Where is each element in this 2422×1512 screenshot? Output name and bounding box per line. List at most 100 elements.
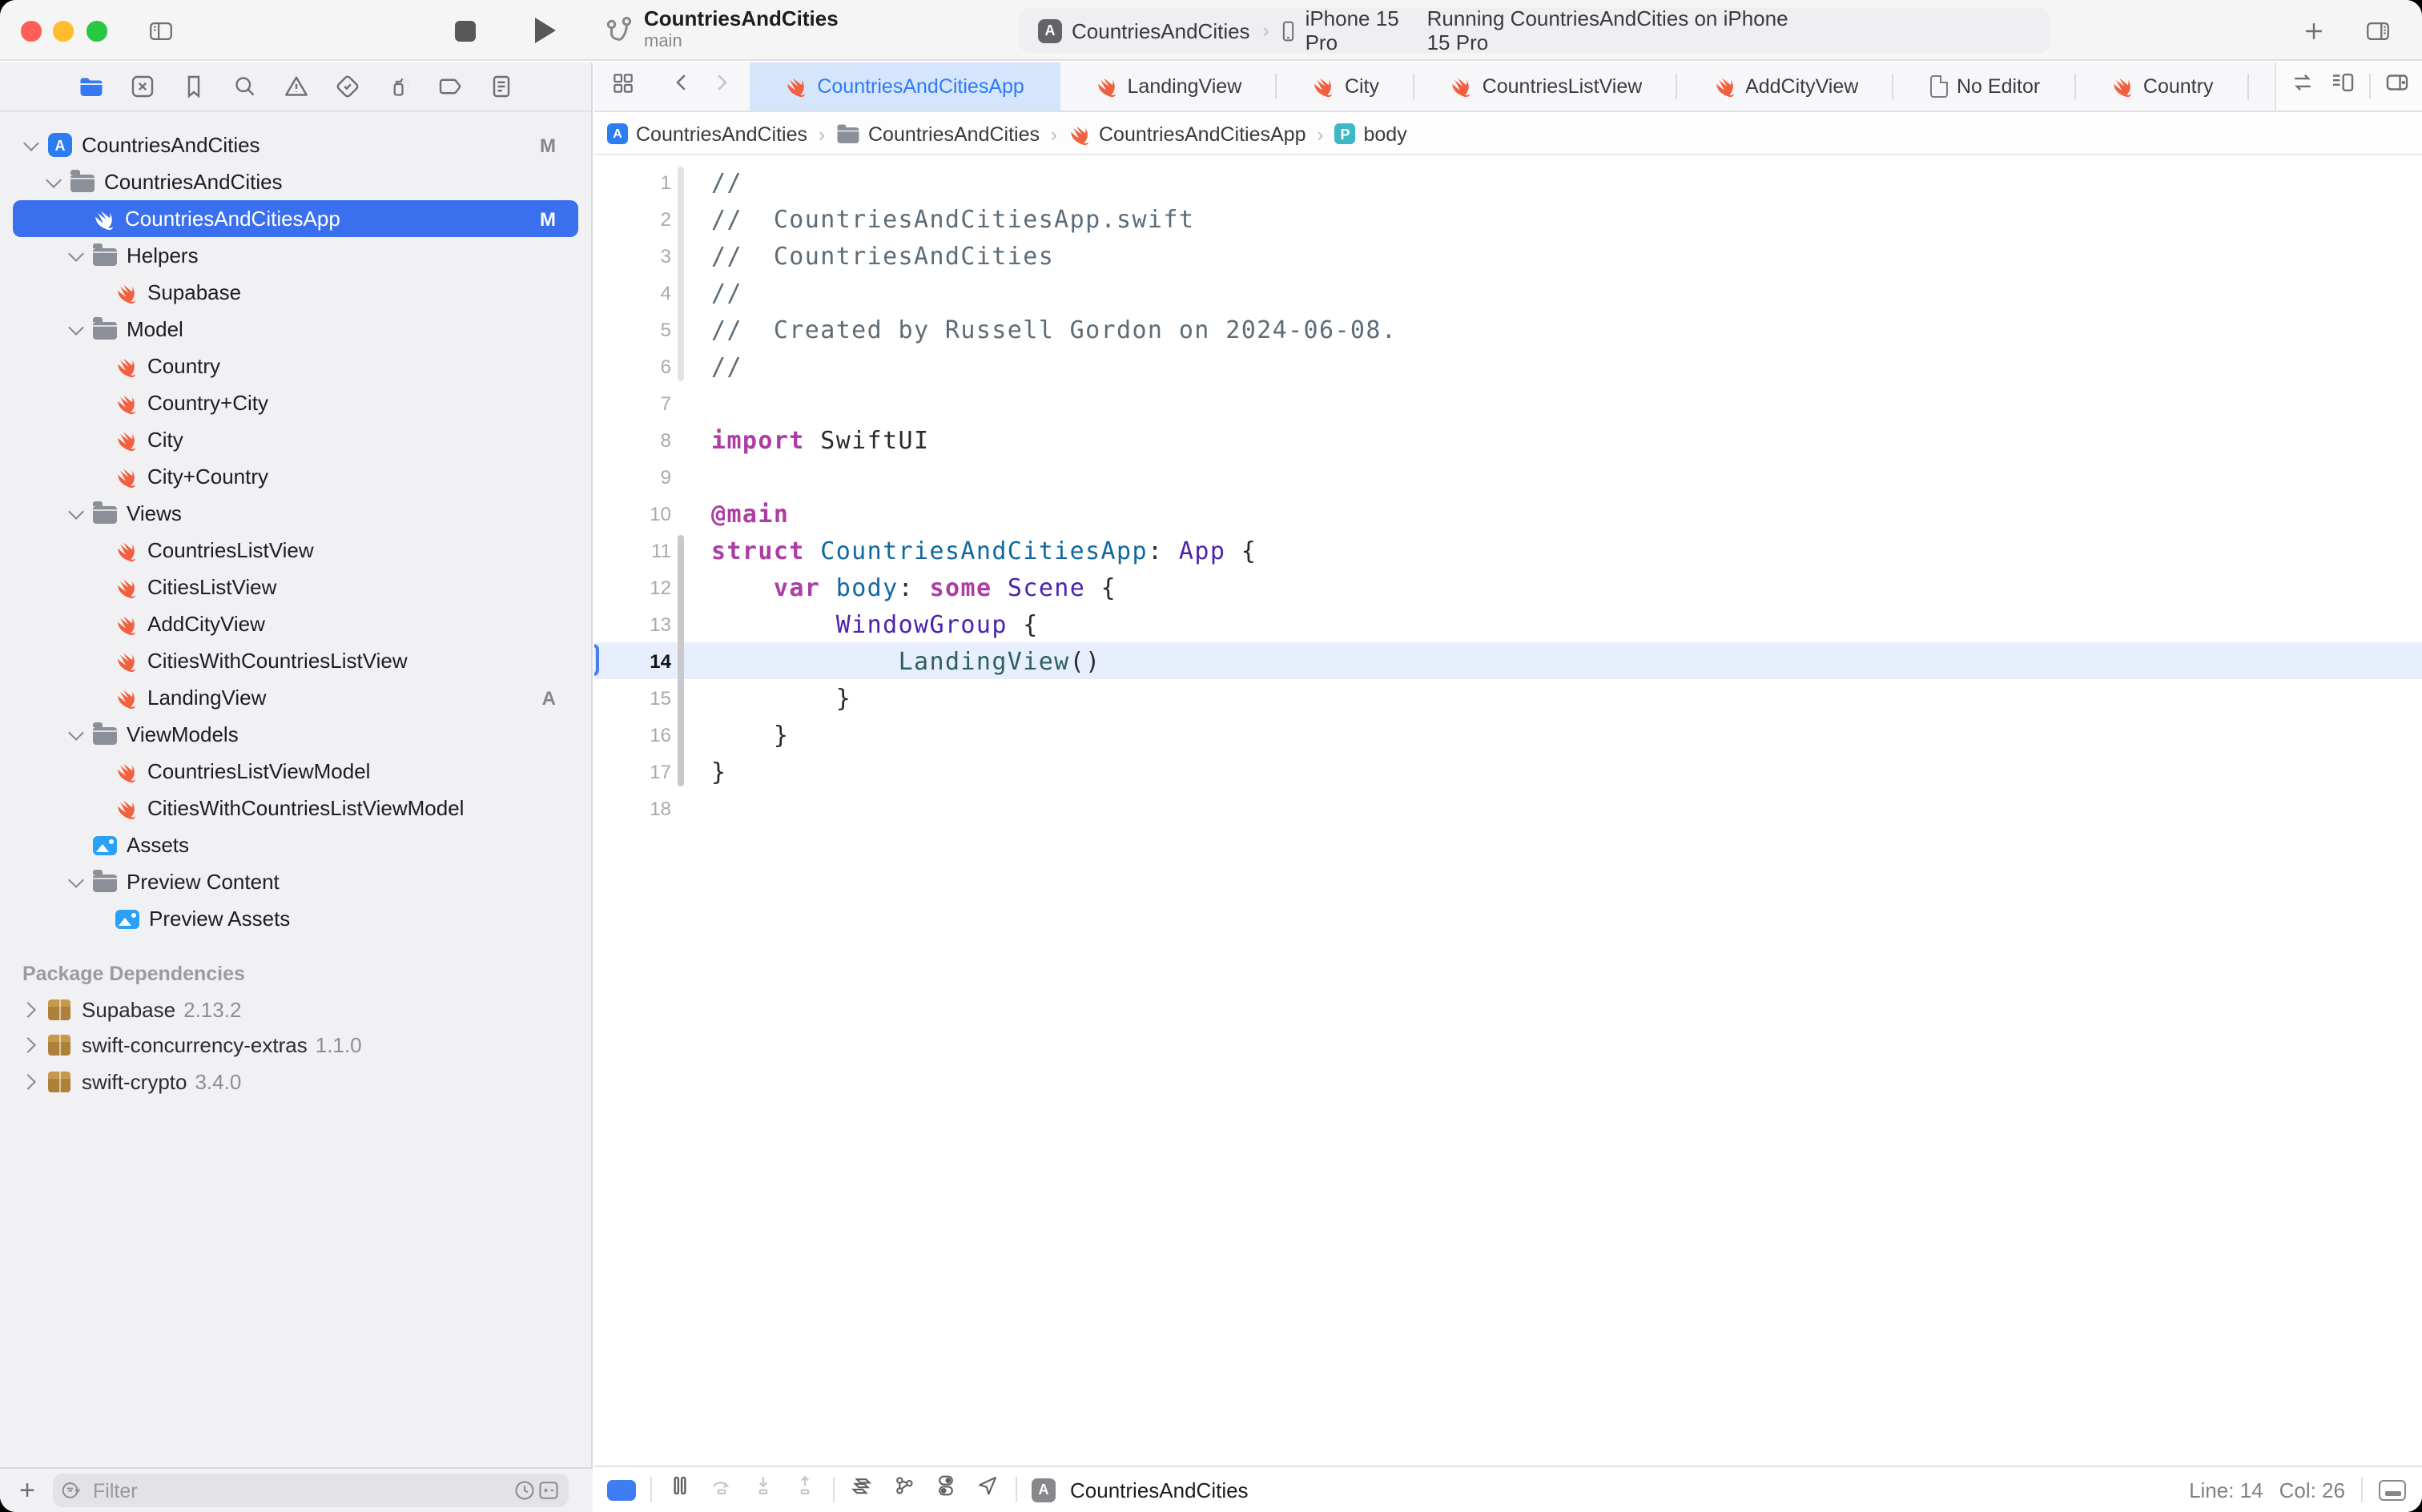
disclosure-chevron-icon[interactable]: [68, 503, 84, 519]
line-number[interactable]: 11: [594, 539, 671, 561]
line-number[interactable]: 4: [594, 281, 671, 304]
disclosure-chevron-icon[interactable]: [20, 1038, 36, 1054]
disclosure-chevron-icon[interactable]: [68, 724, 84, 740]
code-line-14[interactable]: 14 LandingView(): [594, 642, 2422, 679]
file-row-city-country[interactable]: City+Country: [0, 458, 591, 495]
editor-layout-button[interactable]: [2361, 16, 2393, 45]
console-toggle-icon[interactable]: [607, 1479, 636, 1500]
code-line-16[interactable]: 16 }: [594, 716, 2422, 753]
line-number[interactable]: 18: [594, 797, 671, 819]
file-row-landingview[interactable]: LandingViewA: [0, 679, 591, 716]
file-row-countriesandcities[interactable]: CountriesAndCities: [0, 163, 591, 200]
bottom-bar-icon[interactable]: [2379, 1479, 2406, 1500]
jumpbar-item[interactable]: CountriesAndCities: [868, 123, 1040, 145]
file-row-assets[interactable]: Assets: [0, 826, 591, 863]
go-back-icon[interactable]: [670, 70, 694, 103]
jumpbar-item[interactable]: CountriesAndCities: [636, 123, 807, 145]
line-number[interactable]: 12: [594, 576, 671, 598]
line-number[interactable]: 10: [594, 502, 671, 525]
go-forward-icon[interactable]: [710, 70, 734, 103]
file-row-city[interactable]: City: [0, 421, 591, 458]
code-line-17[interactable]: 17}: [594, 753, 2422, 790]
file-row-citieslistview[interactable]: CitiesListView: [0, 569, 591, 605]
step-over-icon[interactable]: [708, 1472, 735, 1507]
run-destination[interactable]: iPhone 15 Pro: [1306, 6, 1418, 54]
add-editor-icon[interactable]: [2383, 69, 2410, 104]
disclosure-chevron-icon[interactable]: [20, 1002, 36, 1018]
stop-button[interactable]: [455, 21, 476, 42]
code-line-18[interactable]: 18: [594, 790, 2422, 826]
code-line-9[interactable]: 9: [594, 458, 2422, 495]
code-line-3[interactable]: 3// CountriesAndCities: [594, 237, 2422, 274]
code-line-10[interactable]: 10@main: [594, 495, 2422, 532]
add-file-button[interactable]: +: [13, 1476, 42, 1505]
view-hierarchy-icon[interactable]: [849, 1472, 876, 1507]
file-row-country-city[interactable]: Country+City: [0, 384, 591, 421]
simulate-location-icon[interactable]: [974, 1472, 1001, 1507]
code-line-13[interactable]: 13 WindowGroup {: [594, 605, 2422, 642]
line-number[interactable]: 16: [594, 723, 671, 746]
file-row-citieswithcountrieslistview[interactable]: CitiesWithCountriesListView: [0, 642, 591, 679]
tab-countriesandcitiesapp[interactable]: CountriesAndCitiesApp: [750, 62, 1060, 111]
jumpbar-item[interactable]: body: [1364, 123, 1407, 145]
file-row-countrieslistview[interactable]: CountriesListView: [0, 532, 591, 569]
tests-navigator-icon[interactable]: [332, 71, 362, 102]
code-line-2[interactable]: 2// CountriesAndCitiesApp.swift: [594, 200, 2422, 237]
file-row-preview-assets[interactable]: Preview Assets: [0, 900, 591, 937]
code-line-5[interactable]: 5// Created by Russell Gordon on 2024-06…: [594, 311, 2422, 348]
line-number[interactable]: 6: [594, 355, 671, 377]
bookmarks-navigator-icon[interactable]: [178, 71, 208, 102]
pause-execution-icon[interactable]: [666, 1472, 694, 1507]
disclosure-chevron-icon[interactable]: [68, 319, 84, 335]
debug-navigator-icon[interactable]: [383, 71, 413, 102]
step-into-icon[interactable]: [750, 1472, 777, 1507]
disclosure-chevron-icon[interactable]: [68, 871, 84, 887]
environment-overrides-icon[interactable]: [932, 1472, 960, 1507]
code-line-7[interactable]: 7: [594, 384, 2422, 421]
tab-no-editor[interactable]: No Editor: [1894, 62, 2076, 111]
file-row-preview-content[interactable]: Preview Content: [0, 863, 591, 900]
breakpoints-navigator-icon[interactable]: [434, 71, 465, 102]
tab-landingview[interactable]: LandingView: [1060, 62, 1277, 111]
disclosure-chevron-icon[interactable]: [46, 171, 62, 187]
disclosure-chevron-icon[interactable]: [68, 245, 84, 261]
run-button[interactable]: [535, 18, 556, 43]
disclosure-chevron-icon[interactable]: [20, 1074, 36, 1090]
tab-country[interactable]: Country: [2076, 62, 2249, 111]
close-window-button[interactable]: [21, 21, 41, 41]
line-number[interactable]: 2: [594, 207, 671, 230]
tab-city[interactable]: City: [1277, 62, 1415, 111]
issues-navigator-icon[interactable]: [280, 71, 311, 102]
swap-editor-icon[interactable]: [2288, 69, 2315, 104]
code-line-12[interactable]: 12 var body: some Scene {: [594, 569, 2422, 605]
package-row-supabase[interactable]: Supabase2.13.2: [0, 991, 591, 1027]
line-number[interactable]: 9: [594, 465, 671, 488]
code-line-1[interactable]: 1//: [594, 163, 2422, 200]
line-number[interactable]: 14: [594, 649, 671, 672]
code-line-8[interactable]: 8import SwiftUI: [594, 421, 2422, 458]
tab-countrieslistview[interactable]: CountriesListView: [1414, 62, 1677, 111]
file-row-countriesandcitiesapp[interactable]: CountriesAndCitiesAppM: [13, 200, 578, 237]
project-navigator-icon[interactable]: [75, 71, 106, 102]
filter-scope-icon[interactable]: [537, 1478, 561, 1502]
branch-name[interactable]: main: [644, 32, 839, 53]
file-row-helpers[interactable]: Helpers: [0, 237, 591, 274]
tab-addcityview[interactable]: AddCityView: [1678, 62, 1894, 111]
source-control-navigator-icon[interactable]: [127, 71, 157, 102]
line-number[interactable]: 15: [594, 686, 671, 709]
file-row-countriesandcities[interactable]: ACountriesAndCitiesM: [0, 127, 591, 163]
scheme-and-status-pill[interactable]: A CountriesAndCities › iPhone 15 Pro Run…: [1019, 8, 2050, 53]
memory-graph-icon[interactable]: [891, 1472, 918, 1507]
source-editor[interactable]: 1//2// CountriesAndCitiesApp.swift3// Co…: [594, 157, 2422, 1466]
file-row-supabase[interactable]: Supabase: [0, 274, 591, 311]
related-items-icon[interactable]: [610, 70, 636, 103]
line-number[interactable]: 8: [594, 428, 671, 451]
zoom-window-button[interactable]: [86, 21, 107, 41]
find-navigator-icon[interactable]: [229, 71, 260, 102]
disclosure-chevron-icon[interactable]: [23, 135, 39, 151]
filter-field[interactable]: Filter: [53, 1474, 569, 1507]
library-add-button[interactable]: [2297, 16, 2329, 45]
line-number[interactable]: 13: [594, 613, 671, 635]
running-app-name[interactable]: CountriesAndCities: [1070, 1478, 1249, 1502]
line-number[interactable]: 7: [594, 392, 671, 414]
